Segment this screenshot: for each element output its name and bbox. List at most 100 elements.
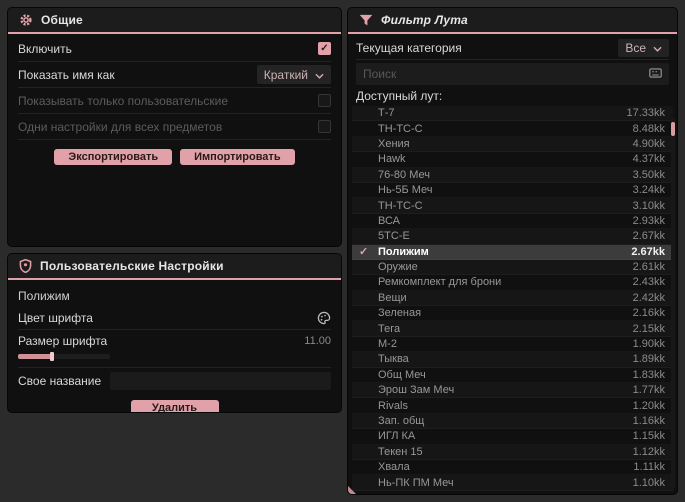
row-show-name-as: Показать имя как Краткий [18,62,331,88]
loot-item-value: 1.20kk [632,399,665,412]
available-loot-label: Доступный лут: [356,89,443,103]
loot-item[interactable]: Нь-5Б Меч 3.24kk [352,183,673,198]
loot-item[interactable]: Ремкомплект для брони 2.43kk [352,275,673,290]
panel-loot-header[interactable]: Фильтр Лута [348,8,677,32]
only-custom-checkbox[interactable] [318,94,331,107]
loot-item[interactable]: Нь-ПК ПМ Меч 1.10kk [352,475,673,490]
loot-item-name: Текен 15 [378,445,423,458]
loot-item-name: Эрош Зам Меч [378,384,455,397]
loot-item[interactable]: 76-80 Меч 3.50kk [352,168,673,183]
loot-item[interactable]: Зап. общ 1.16kk [352,414,673,429]
same-settings-label: Одни настройки для всех предметов [18,119,223,134]
resize-grip-icon[interactable] [348,486,356,494]
loot-item[interactable]: Оружие 2.61kk [352,260,673,275]
panel-title: Фильтр Лута [381,13,468,27]
slider-fill [18,354,52,359]
font-color-label: Цвет шрифта [18,310,93,325]
export-button[interactable]: Экспортировать [54,149,173,165]
loot-item-name: 76-80 Меч [378,168,430,181]
loot-item[interactable]: Зеленая 2.16kk [352,306,673,321]
loot-item[interactable]: Эрош Зам Меч 1.77kk [352,383,673,398]
loot-item-value: 1.15kk [632,430,665,443]
panel-general-header[interactable]: Общие [8,8,341,32]
loot-item[interactable]: М-2 1.90kk [352,337,673,352]
loot-item-value: 1.77kk [632,384,665,397]
loot-item[interactable]: Rivals 1.20kk [352,398,673,413]
loot-item[interactable]: Общ Меч 1.83kk [352,368,673,383]
show-name-dropdown[interactable]: Краткий [256,65,331,84]
gear-icon [19,13,33,27]
row-category: Текущая категория Все [356,36,669,60]
left-column: Общие Включить ✓ Показать имя как Кратки… [8,8,341,412]
loot-item[interactable]: ИГЛ КА 1.15kk [352,429,673,444]
panel-custom-header[interactable]: Пользовательские Настройки [8,254,341,278]
import-button[interactable]: Импортировать [180,149,295,165]
loot-item-name: Ремкомплект для брони [378,276,502,289]
delete-button[interactable]: Удалить [130,400,219,412]
panel-custom-settings: Пользовательские Настройки Полижим Цвет … [8,254,341,412]
loot-item[interactable]: Вещи 2.42kk [352,291,673,306]
selected-item-name: Полижим [18,289,70,303]
loot-item[interactable]: ТН-ТС-С 3.10kk [352,198,673,213]
loot-item[interactable]: ВСА 2.93kk [352,214,673,229]
search-input[interactable] [363,67,649,81]
loot-item[interactable]: Хвала 1.11kk [352,460,673,475]
custom-name-input[interactable] [110,372,331,390]
loot-item-name: Тыква [378,353,409,366]
slider-thumb[interactable] [50,352,54,361]
funnel-icon [359,14,373,27]
keyboard-icon[interactable] [649,65,662,83]
scrollbar[interactable] [671,118,675,489]
row-only-custom: Показывать только пользовательские [18,88,331,114]
scrollbar-thumb[interactable] [671,122,675,136]
loot-item-value: 1.16kk [632,415,665,427]
loot-item-value: 8.48kk [632,122,665,135]
custom-name-label: Свое название [18,374,102,388]
loot-item[interactable]: Hawk 4.37kk [352,152,673,167]
loot-item-value: 3.24kk [632,184,665,197]
chevron-down-icon [315,68,324,82]
loot-item-name: Нь-5Б Меч [378,184,433,197]
loot-item[interactable]: ТН-ТС-С 8.48kk [352,121,673,136]
loot-item[interactable]: 5ТС-Е 2.67kk [352,229,673,244]
loot-item-value: 2.61kk [632,261,665,274]
loot-item-value: 2.42kk [632,291,665,304]
chevron-down-icon [653,41,662,55]
loot-item-value: 1.11kk [633,461,665,474]
loot-item-name: Тега [378,322,401,335]
same-settings-checkbox[interactable] [318,120,331,133]
row-enable: Включить ✓ [18,36,331,62]
enable-label: Включить [18,41,72,56]
loot-item-value: 4.37kk [632,153,665,166]
loot-item-name: Зеленая [378,307,422,320]
font-size-slider[interactable] [18,352,110,361]
loot-item-name: Хения [378,137,410,150]
category-dropdown[interactable]: Все [618,38,669,57]
export-import-row: Экспортировать Импортировать [18,149,331,165]
loot-item-name: Зап. общ [378,415,425,427]
loot-item-name: Rivals [378,399,408,412]
only-custom-label: Показывать только пользовательские [18,93,228,108]
loot-item-value: 3.50kk [632,168,665,181]
row-same-settings: Одни настройки для всех предметов [18,114,331,140]
row-font-size: Размер шрифта 11.00 [18,330,331,368]
loot-item-name: Hawk [378,153,406,166]
loot-item[interactable]: ✓ Полижим 2.67kk [352,244,673,260]
loot-item[interactable]: Т-7 17.33kk [352,106,673,121]
panel-general: Общие Включить ✓ Показать имя как Кратки… [8,8,341,246]
loot-item[interactable]: Тега 2.15kk [352,321,673,336]
loot-item-name: Хвала [378,461,410,474]
loot-item-name: М-2 [378,338,397,351]
loot-item[interactable]: Хения 4.90kk [352,137,673,152]
loot-item-value: 1.12kk [632,445,665,458]
palette-icon[interactable] [317,311,331,325]
delete-row: Удалить [18,400,331,412]
panel-loot-filter: Фильтр Лута Текущая категория Все Поиск … [348,8,677,494]
loot-item[interactable]: Тыква 1.89kk [352,352,673,367]
loot-item-value: 4.90kk [632,137,665,150]
enable-checkbox[interactable]: ✓ [318,42,331,55]
category-label: Текущая категория [356,40,462,55]
loot-item-name: Оружие [378,261,418,274]
loot-item[interactable]: Текен 15 1.12kk [352,445,673,460]
category-value: Все [625,40,646,55]
